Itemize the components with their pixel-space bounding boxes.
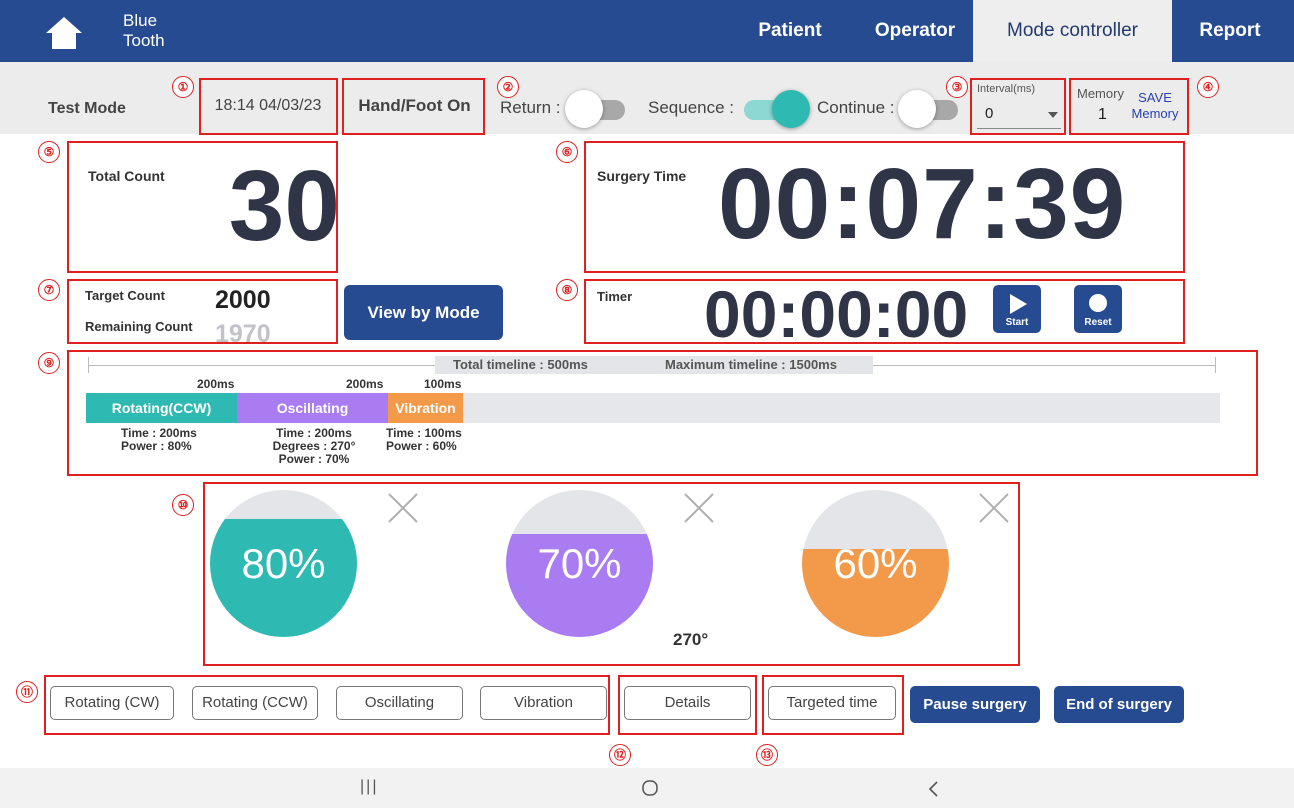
close-icon[interactable] — [978, 492, 1010, 524]
dropdown-caret-icon[interactable] — [1048, 112, 1058, 118]
target-count-value: 2000 — [215, 286, 271, 314]
segment-duration: 100ms — [424, 377, 462, 391]
nav-report-tab[interactable]: Report — [1180, 0, 1280, 62]
segment-duration: 200ms — [197, 377, 235, 391]
save-memory-button[interactable]: SAVE Memory — [1124, 90, 1186, 122]
sequence-label: Sequence : — [648, 98, 735, 117]
remaining-count-value: 1970 — [215, 320, 271, 348]
reset-label: Reset — [1084, 317, 1112, 328]
home-circle-icon[interactable] — [641, 779, 659, 797]
test-mode-label: Test Mode — [48, 100, 126, 117]
interval-label: Interval(ms) — [977, 83, 1036, 95]
pause-surgery-button[interactable]: Pause surgery — [910, 686, 1040, 723]
callout-number-9: ⑨ — [38, 352, 60, 374]
segment-duration: 200ms — [346, 377, 384, 391]
callout-number-10: ⑩ — [172, 494, 194, 516]
callout-number-2: ② — [497, 76, 519, 98]
callout-number-1: ① — [172, 76, 194, 98]
details-button[interactable]: Details — [624, 686, 751, 720]
total-timeline-text: Total timeline : 500ms — [453, 357, 588, 372]
callout-number-11: ⑪ — [16, 681, 38, 703]
nav-operator-tab[interactable]: Operator — [855, 0, 975, 62]
vibration-button[interactable]: Vibration — [480, 686, 607, 720]
callout-number-7: ⑦ — [38, 279, 60, 301]
timeline-right-tick — [1215, 357, 1216, 373]
timer-value: 00:00:00 — [704, 277, 969, 351]
timer-label: Timer — [597, 289, 633, 304]
callout-number-3: ③ — [946, 76, 968, 98]
surgery-time-value: 00:07:39 — [718, 148, 1127, 260]
return-label: Return : — [500, 98, 561, 117]
callout-number-12: ⑫ — [609, 744, 631, 766]
view-by-mode-button[interactable]: View by Mode — [344, 285, 503, 340]
rotating-ccw-button[interactable]: Rotating (CCW) — [192, 686, 318, 720]
home-icon[interactable] — [44, 15, 84, 51]
interval-underline — [977, 128, 1061, 129]
callout-number-6: ⑥ — [556, 141, 578, 163]
bluetooth-label[interactable]: Blue Tooth — [123, 11, 165, 51]
timer-reset-button[interactable]: Reset — [1074, 285, 1122, 333]
close-icon[interactable] — [387, 492, 419, 524]
hand-foot-status[interactable]: Hand/Foot On — [344, 79, 485, 133]
oscillating-button[interactable]: Oscillating — [336, 686, 463, 720]
memory-label: Memory — [1077, 86, 1124, 101]
nav-mode-controller-tab[interactable]: Mode controller — [973, 0, 1172, 62]
callout-number-8: ⑧ — [556, 279, 578, 301]
play-icon — [1010, 294, 1027, 314]
timeline-segment-oscillating[interactable]: Oscillating — [237, 393, 388, 423]
total-count-label: Total Count — [88, 168, 165, 184]
total-count-value: 30 — [228, 150, 340, 262]
memory-value: 1 — [1098, 106, 1107, 123]
datetime-display: 18:14 04/03/23 — [214, 97, 322, 114]
callout-number-5: ⑤ — [38, 141, 60, 163]
callout-number-4: ④ — [1197, 76, 1219, 98]
sequence-toggle[interactable] — [740, 89, 810, 129]
surgery-time-label: Surgery Time — [597, 168, 687, 184]
timer-start-button[interactable]: Start — [993, 285, 1041, 333]
timeline-segment-rotating-ccw[interactable]: Rotating(CCW) — [86, 393, 237, 423]
gauge-oscillating: 70% — [506, 490, 653, 637]
segment-details: Time : 200ms Degrees : 270° Power : 70% — [272, 426, 356, 466]
targeted-time-button[interactable]: Targeted time — [768, 686, 896, 720]
timeline-summary: Total timeline : 500ms Maximum timeline … — [435, 356, 873, 374]
timeline-segment-vibration[interactable]: Vibration — [388, 393, 463, 423]
segment-details: Time : 200ms Power : 80% — [121, 426, 197, 453]
gauge-percent: 80% — [241, 540, 326, 587]
recents-icon[interactable]: ||| — [360, 778, 378, 796]
oscillating-degrees: 270° — [673, 630, 709, 649]
remaining-count-label: Remaining Count — [85, 319, 193, 334]
gauge-percent: 70% — [537, 540, 622, 587]
gauge-percent: 60% — [833, 540, 918, 587]
gauge-rotating-ccw: 80% — [210, 490, 357, 637]
return-toggle[interactable] — [565, 89, 629, 129]
callout-number-13: ⑬ — [756, 744, 778, 766]
segment-details: Time : 100ms Power : 60% — [386, 427, 462, 453]
maximum-timeline-text: Maximum timeline : 1500ms — [665, 357, 837, 372]
target-count-label: Target Count — [85, 288, 165, 303]
interval-select-value[interactable]: 0 — [985, 105, 993, 122]
nav-patient-tab[interactable]: Patient — [730, 0, 850, 62]
start-label: Start — [1005, 317, 1029, 328]
continue-label: Continue : — [817, 98, 895, 117]
timeline-left-tick — [88, 357, 89, 373]
rotating-cw-button[interactable]: Rotating (CW) — [50, 686, 174, 720]
end-of-surgery-button[interactable]: End of surgery — [1054, 686, 1184, 723]
close-icon[interactable] — [683, 492, 715, 524]
record-icon — [1089, 294, 1107, 312]
back-icon[interactable] — [927, 780, 941, 798]
gauge-vibration: 60% — [802, 490, 949, 637]
